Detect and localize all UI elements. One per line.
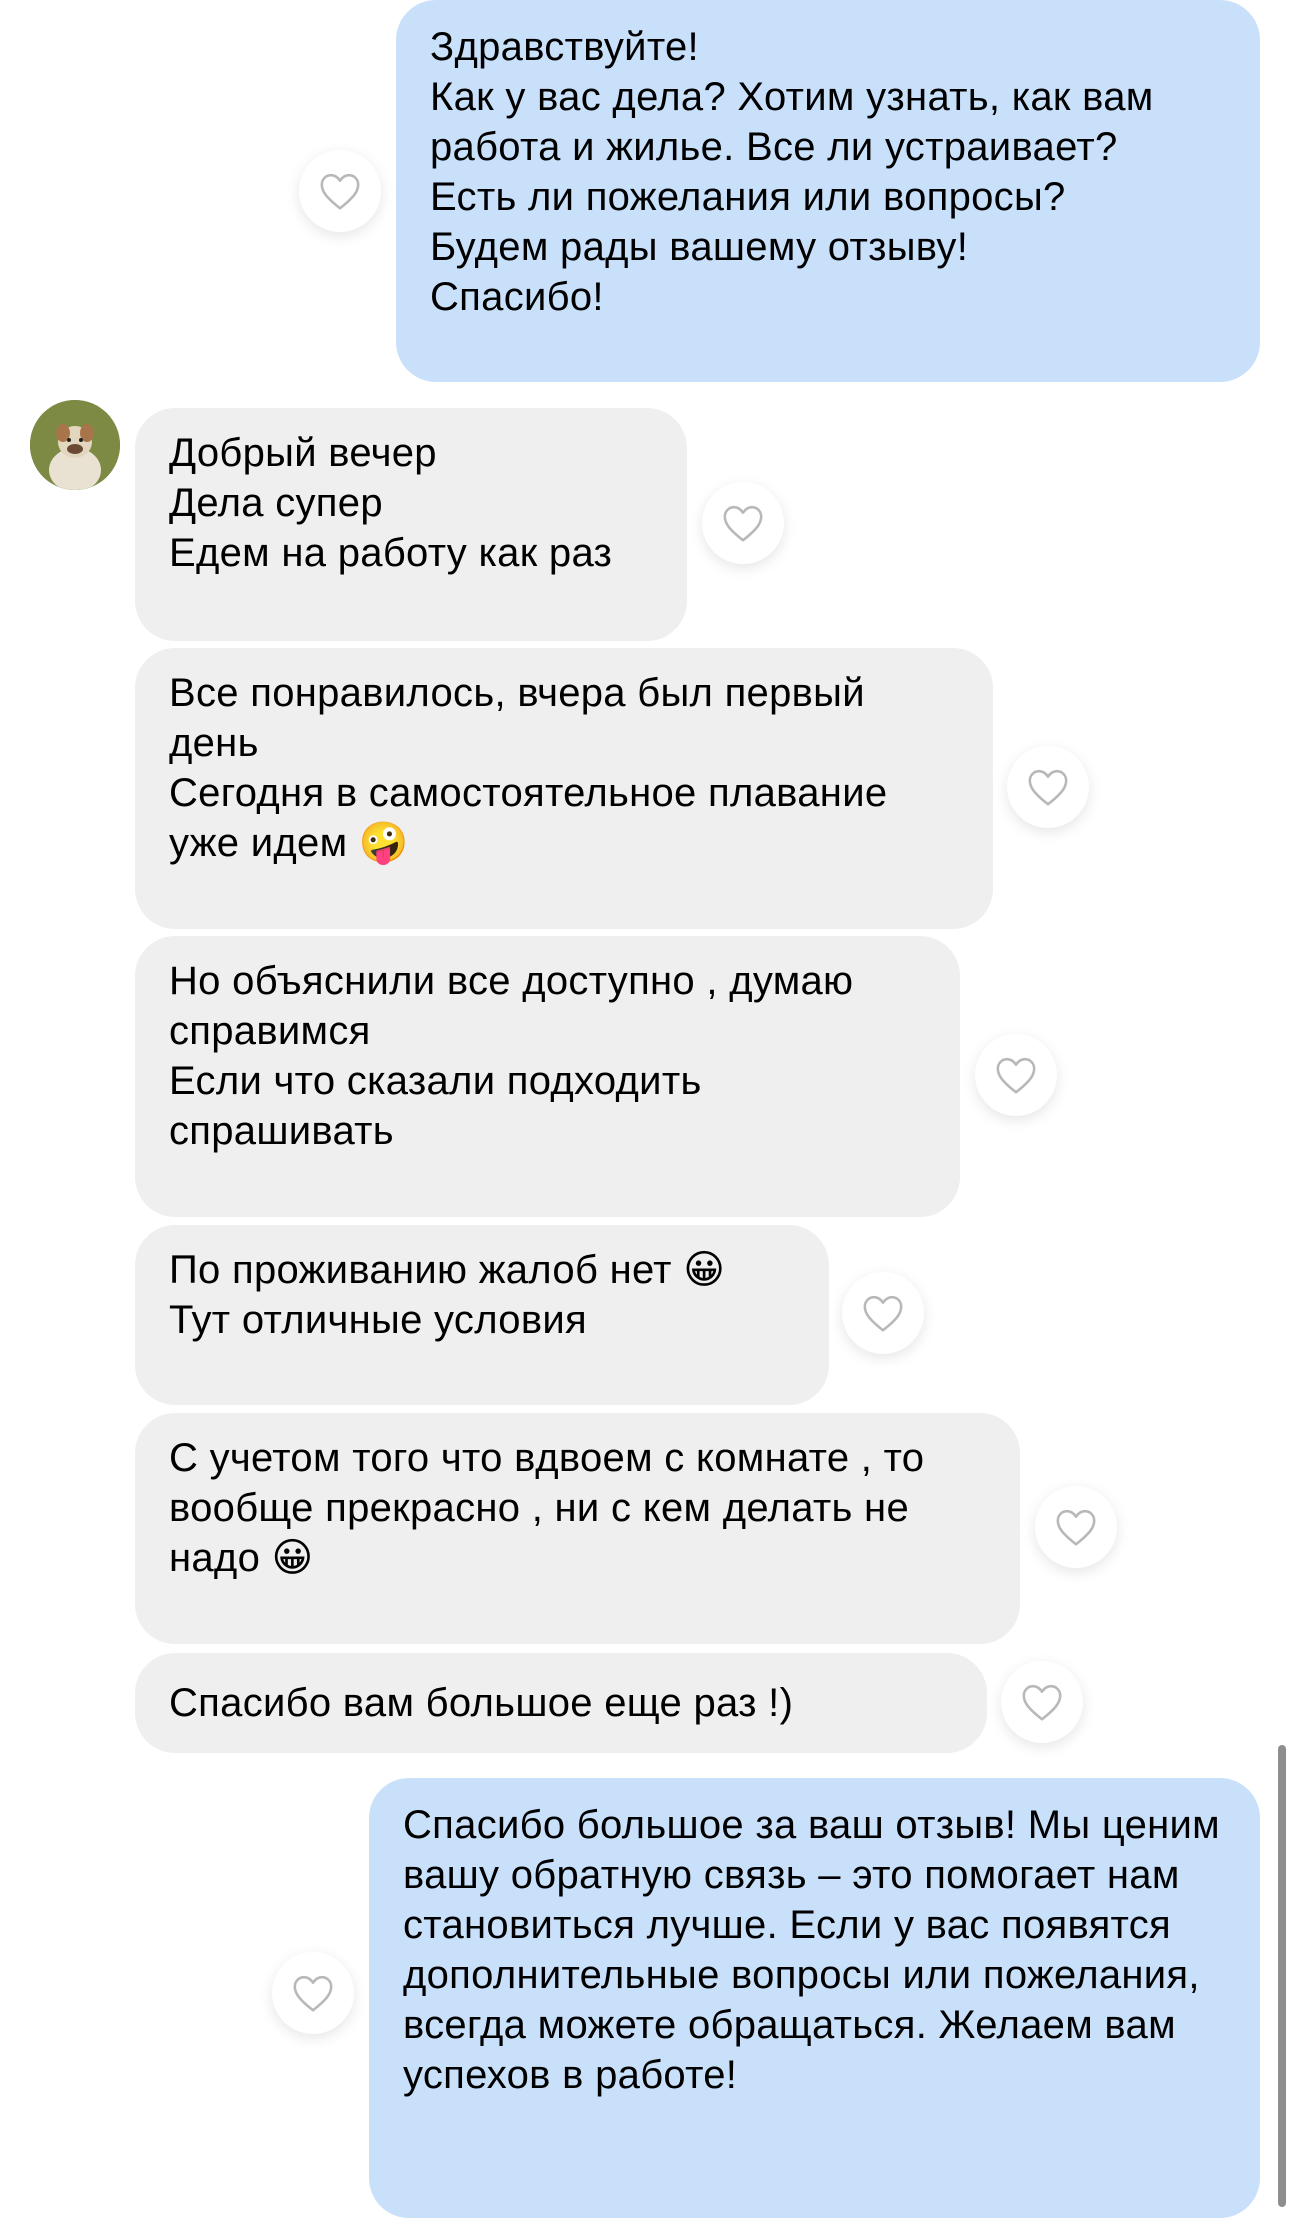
like-button[interactable] (975, 1034, 1057, 1116)
message-incoming[interactable]: Добрый вечер Дела супер Едем на работу к… (135, 408, 687, 641)
heart-outline-icon (863, 1295, 903, 1332)
like-button[interactable] (702, 482, 784, 564)
bulldog-avatar (30, 400, 120, 490)
heart-outline-icon (1028, 769, 1068, 806)
heart-outline-icon (320, 173, 360, 210)
message-incoming[interactable]: Все понравилось, вчера был первый день С… (135, 648, 993, 929)
message-outgoing[interactable]: Здравствуйте! Как у вас дела? Хотим узна… (396, 0, 1260, 382)
like-button[interactable] (299, 150, 381, 232)
message-incoming[interactable]: Но объяснили все доступно , думаю справи… (135, 936, 960, 1217)
message-incoming[interactable]: Спасибо вам большое еще раз !) (135, 1653, 987, 1753)
heart-outline-icon (1056, 1509, 1096, 1546)
chat-thread: Здравствуйте! Как у вас дела? Хотим узна… (0, 0, 1290, 2218)
like-button[interactable] (1007, 746, 1089, 828)
like-button[interactable] (842, 1272, 924, 1354)
heart-outline-icon (293, 1975, 333, 2012)
contact-avatar[interactable] (30, 400, 120, 490)
heart-outline-icon (1022, 1684, 1062, 1721)
message-incoming[interactable]: По проживанию жалоб нет 😀 Тут отличные у… (135, 1225, 829, 1405)
like-button[interactable] (272, 1952, 354, 2034)
like-button[interactable] (1035, 1486, 1117, 1568)
heart-outline-icon (723, 505, 763, 542)
heart-outline-icon (996, 1057, 1036, 1094)
scrollbar[interactable] (1278, 1745, 1286, 2207)
like-button[interactable] (1001, 1661, 1083, 1743)
message-incoming[interactable]: С учетом того что вдвоем с комнате , то … (135, 1413, 1020, 1644)
message-outgoing[interactable]: Спасибо большое за ваш отзыв! Мы ценим в… (369, 1778, 1260, 2218)
